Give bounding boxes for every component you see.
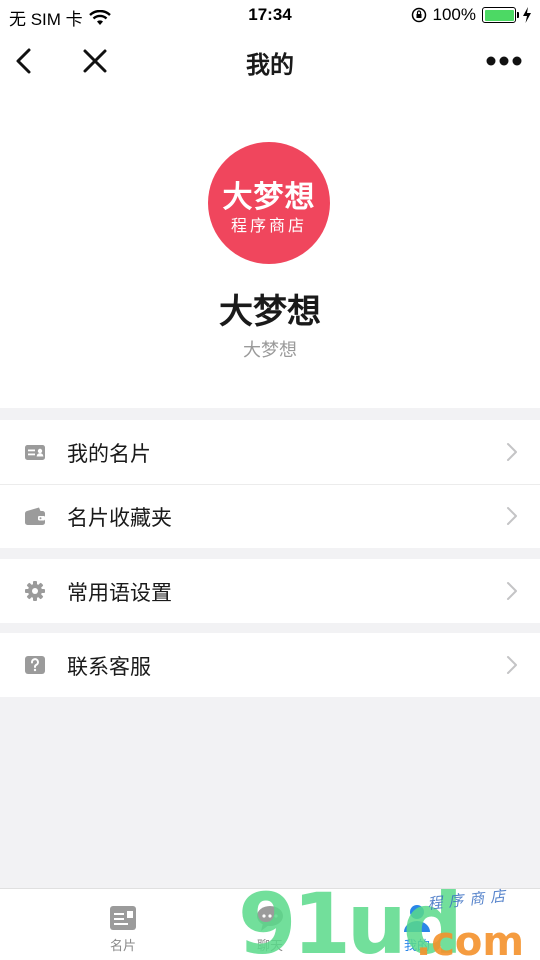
svg-text:.com: .com bbox=[416, 919, 524, 960]
page-title: 我的 bbox=[246, 52, 294, 79]
menu-item-customer-service[interactable]: 联系客服 bbox=[0, 633, 540, 697]
wallet-icon bbox=[25, 507, 45, 525]
menu-item-label: 我的名片 bbox=[67, 443, 151, 466]
avatar[interactable]: 大梦想 程序商店 bbox=[208, 142, 330, 264]
menu-item-phrases[interactable]: 常用语设置 bbox=[0, 559, 540, 623]
menu-item-my-card[interactable]: 我的名片 bbox=[0, 420, 540, 484]
chevron-right-icon bbox=[507, 443, 517, 461]
chevron-right-icon bbox=[507, 656, 517, 674]
chevron-right-icon bbox=[507, 507, 517, 525]
battery-percent: 100% bbox=[432, 5, 476, 24]
battery-fill bbox=[484, 9, 514, 21]
profile-card: 大梦想 程序商店 大梦想 大梦想 bbox=[0, 92, 540, 408]
profile-subtitle: 大梦想 bbox=[243, 340, 297, 360]
menu-group-cards: 我的名片 名片收藏夹 bbox=[0, 420, 540, 548]
help-icon bbox=[25, 656, 45, 674]
avatar-text-main: 大梦想 bbox=[222, 181, 316, 214]
gear-icon bbox=[25, 581, 45, 601]
status-right: 100% bbox=[411, 5, 532, 25]
card-icon bbox=[25, 445, 45, 460]
more-icon[interactable] bbox=[486, 54, 522, 68]
menu-group-support: 联系客服 bbox=[0, 633, 540, 697]
card-tab-icon bbox=[110, 906, 136, 930]
watermark-logo: 91ud .com 程序商店 bbox=[238, 885, 524, 960]
nav-bar: 我的 bbox=[0, 30, 540, 92]
tab-card[interactable]: 名片 bbox=[73, 889, 173, 960]
menu-group-settings: 常用语设置 bbox=[0, 559, 540, 623]
status-bar: 无 SIM 卡 17:34 100% bbox=[0, 0, 540, 30]
menu-item-label: 名片收藏夹 bbox=[67, 507, 172, 530]
orientation-lock-icon bbox=[411, 7, 426, 23]
menu-item-label: 联系客服 bbox=[67, 656, 151, 679]
tab-label: 名片 bbox=[109, 938, 136, 953]
chevron-right-icon bbox=[507, 582, 517, 600]
menu-item-label: 常用语设置 bbox=[67, 582, 172, 605]
avatar-text-sub: 程序商店 bbox=[230, 218, 307, 235]
charging-icon bbox=[523, 7, 531, 23]
battery-icon bbox=[482, 7, 519, 23]
profile-name: 大梦想 bbox=[219, 293, 321, 331]
menu-item-card-folder[interactable]: 名片收藏夹 bbox=[0, 484, 540, 548]
